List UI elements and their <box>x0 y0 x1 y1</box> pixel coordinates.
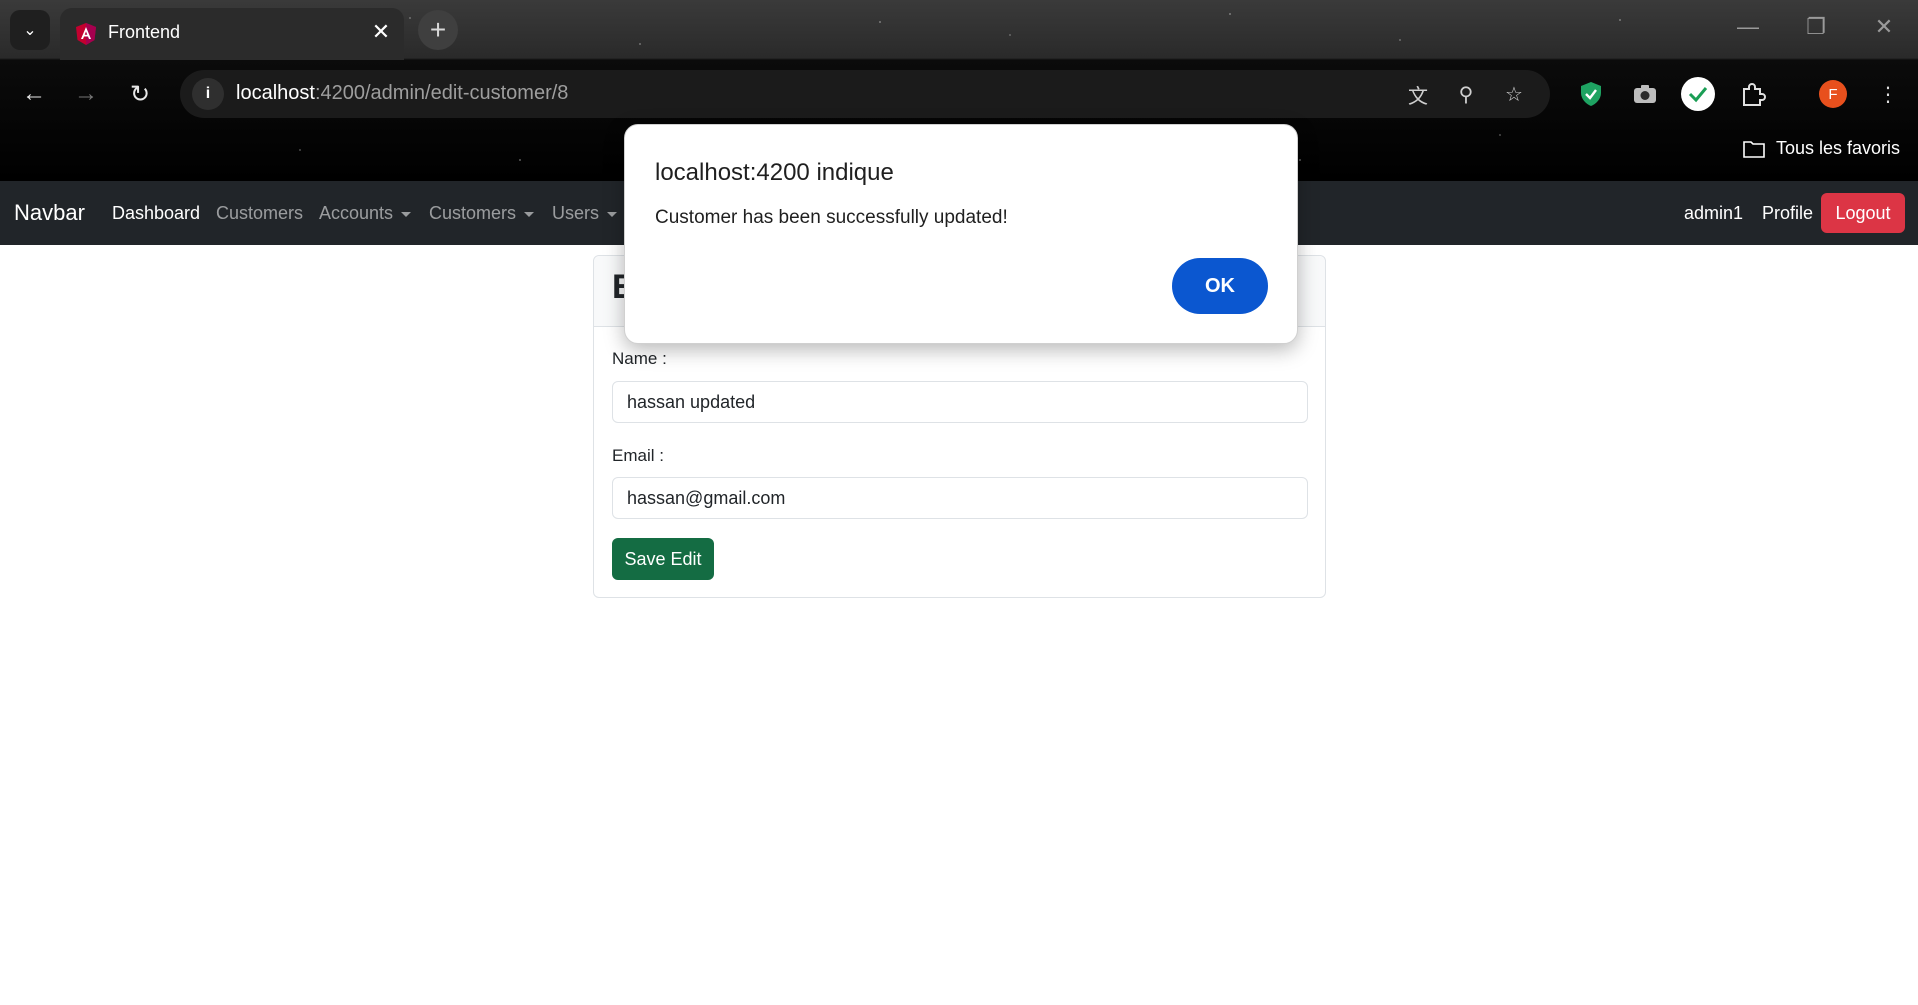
minimize-icon[interactable]: — <box>1728 14 1768 40</box>
caret-down-icon <box>401 211 412 217</box>
translate-icon[interactable]: 文 <box>1402 78 1434 110</box>
nav-customers-dropdown[interactable]: Customers <box>429 203 535 224</box>
address-bar[interactable]: i localhost:4200/admin/edit-customer/8 文… <box>180 70 1550 118</box>
tab-strip: ⌄ Frontend ✕ + — ❐ ✕ <box>0 0 1918 60</box>
bookmark-star-icon[interactable]: ☆ <box>1498 78 1530 110</box>
angular-logo-icon <box>76 23 96 45</box>
dialog-ok-button[interactable]: OK <box>1172 258 1268 314</box>
plus-icon: + <box>429 14 447 45</box>
camera-extension-icon[interactable] <box>1627 76 1663 112</box>
tab-search-button[interactable]: ⌄ <box>10 10 50 50</box>
browser-tab-active[interactable]: Frontend ✕ <box>60 8 404 60</box>
restore-icon[interactable]: ❐ <box>1796 14 1836 40</box>
nav-profile[interactable]: Profile <box>1762 203 1813 224</box>
browser-toolbar: ← → ↻ i localhost:4200/admin/edit-custom… <box>0 60 1918 128</box>
back-arrow-icon[interactable]: ← <box>14 74 54 114</box>
all-bookmarks-button[interactable]: Tous les favoris <box>1742 138 1900 159</box>
nav-users-label: Users <box>552 203 600 223</box>
reload-icon[interactable]: ↻ <box>120 74 160 114</box>
window-close-icon[interactable]: ✕ <box>1864 14 1904 40</box>
new-tab-button[interactable]: + <box>418 10 458 50</box>
profile-avatar[interactable]: F <box>1815 76 1851 112</box>
email-label: Email : <box>612 446 664 465</box>
url-host: localhost <box>236 82 315 104</box>
nav-customers-menu-label: Customers <box>429 203 517 223</box>
nav-accounts-dropdown[interactable]: Accounts <box>319 203 412 224</box>
more-menu-icon[interactable]: ⋮ <box>1870 76 1906 112</box>
nav-user-name[interactable]: admin1 <box>1684 203 1743 224</box>
navbar-brand[interactable]: Navbar <box>14 200 85 226</box>
puzzle-extensions-icon[interactable] <box>1735 76 1771 112</box>
all-bookmarks-label: Tous les favoris <box>1775 138 1900 158</box>
site-info-icon[interactable]: i <box>192 78 224 110</box>
chevron-down-icon: ⌄ <box>23 22 37 39</box>
nav-accounts-label: Accounts <box>319 203 394 223</box>
dialog-title: localhost:4200 indique <box>655 159 894 186</box>
folder-icon <box>1743 140 1765 158</box>
check-extension-icon[interactable] <box>1680 76 1716 112</box>
zoom-icon[interactable]: ⚲ <box>1450 78 1482 110</box>
nav-customers[interactable]: Customers <box>216 203 303 224</box>
caret-down-icon <box>607 211 618 217</box>
nav-dashboard[interactable]: Dashboard <box>112 203 200 224</box>
name-label: Name : <box>612 349 667 368</box>
shield-extension-icon[interactable] <box>1573 76 1609 112</box>
email-input[interactable] <box>612 477 1308 519</box>
tab-title: Frontend <box>108 22 181 42</box>
url-text[interactable]: localhost:4200/admin/edit-customer/8 <box>236 82 568 105</box>
dialog-message: Customer has been successfully updated! <box>655 207 1008 228</box>
nav-users-dropdown[interactable]: Users <box>552 203 618 224</box>
url-path: :4200/admin/edit-customer/8 <box>314 82 569 104</box>
caret-down-icon <box>524 211 535 217</box>
alert-dialog: localhost:4200 indique Customer has been… <box>624 124 1298 344</box>
profile-initial: F <box>1819 80 1847 108</box>
forward-arrow-icon[interactable]: → <box>66 74 106 114</box>
save-edit-button[interactable]: Save Edit <box>612 538 714 580</box>
close-icon[interactable]: ✕ <box>368 19 394 45</box>
logout-button[interactable]: Logout <box>1821 193 1905 233</box>
name-input[interactable] <box>612 381 1308 423</box>
